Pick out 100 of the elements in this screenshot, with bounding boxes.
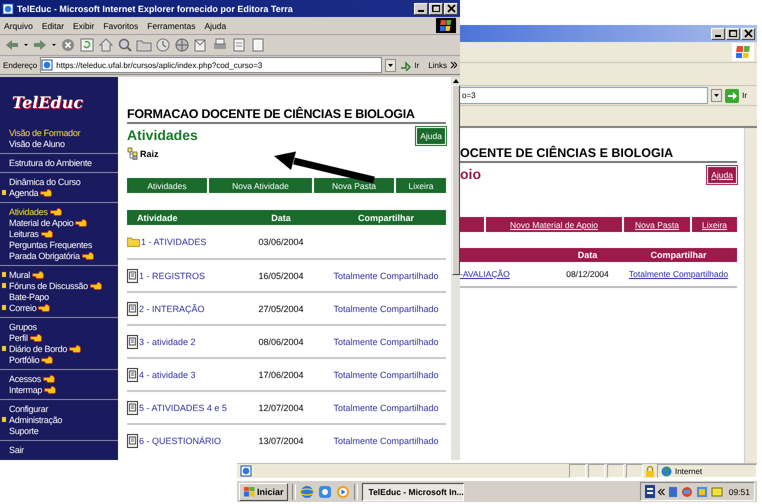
action-button[interactable]: Lixeira [692, 217, 737, 232]
go-label[interactable]: Ir [414, 60, 420, 70]
address-field[interactable]: https://teleduc.ufal.br/cursos/aplic/index.php?cod_curso=3 [40, 57, 382, 73]
links-label[interactable]: Links [428, 60, 447, 70]
status-zone: Internet [675, 466, 702, 476]
minimize-button[interactable] [414, 2, 428, 14]
sidebar-item[interactable]: Suporte [9, 426, 38, 436]
sidebar-item[interactable]: Visão de Aluno [9, 138, 65, 148]
sidebar-item[interactable]: Portfólio [9, 354, 40, 364]
sidebar-item[interactable]: Parada Obrigatória [9, 250, 80, 260]
activity-link[interactable]: 1 - ATIVIDADES [141, 236, 206, 246]
close-button[interactable] [444, 2, 458, 14]
address-field[interactable]: o=3 [460, 87, 708, 104]
tray-app-icon[interactable] [696, 486, 708, 498]
scrollbar[interactable] [451, 77, 460, 460]
activity-link[interactable]: 4 - atividade 3 [139, 370, 196, 380]
action-button[interactable]: Atividades [127, 178, 207, 193]
column-header: Atividade [136, 212, 179, 222]
tray-app-icon[interactable] [680, 486, 693, 498]
help-button[interactable]: Ajuda [707, 166, 737, 184]
media-player-icon[interactable] [336, 484, 350, 498]
refresh-icon[interactable] [79, 37, 95, 53]
column-header: Compartilhar [356, 212, 415, 222]
sidebar-item[interactable]: Grupos [9, 322, 37, 332]
sidebar-item[interactable]: Administração [9, 414, 62, 424]
column-header: Data [576, 250, 598, 260]
go-label[interactable]: Ir [742, 91, 747, 100]
sidebar-item[interactable]: Dinâmica do Curso [9, 176, 80, 186]
menu-item[interactable]: Favoritos [103, 20, 138, 30]
activity-link[interactable]: 6 - QUESTIONÁRIO [139, 436, 222, 446]
menu-item[interactable]: Arquivo [4, 20, 33, 30]
activity-link[interactable]: 3 - atividade 2 [139, 336, 196, 346]
action-button[interactable]: Nova Pasta [624, 217, 690, 232]
sidebar-item[interactable]: Agenda [9, 188, 38, 198]
sidebar-item[interactable]: Perfil [9, 332, 28, 342]
share-link[interactable]: Totalmente Compartilhado [326, 436, 446, 446]
sidebar-item[interactable]: Fóruns de Discussão [9, 280, 88, 290]
scroll-thumb[interactable] [452, 85, 460, 275]
start-button[interactable]: Iniciar [239, 482, 288, 500]
dropdown-icon[interactable] [711, 89, 722, 102]
sidebar-item[interactable]: Correio [9, 302, 36, 312]
document-icon[interactable] [250, 37, 266, 53]
sidebar-item[interactable]: Intermap [9, 384, 42, 394]
sidebar-item[interactable]: Mural [9, 270, 30, 280]
chevron-right-icon[interactable] [450, 61, 457, 69]
scrollbar[interactable] [744, 128, 757, 463]
edit-icon[interactable] [231, 37, 247, 53]
dropdown-icon[interactable] [385, 58, 396, 72]
menu-item[interactable]: Ajuda [204, 20, 226, 30]
taskbar-button[interactable]: TelEduc - Microsoft In... [362, 482, 464, 500]
sidebar-item[interactable]: Diário de Bordo [9, 344, 68, 354]
sidebar-item[interactable]: Perguntas Frequentes [9, 240, 92, 250]
menu-item[interactable]: Exibir [73, 20, 94, 30]
action-button[interactable]: Nova Atividade [209, 178, 312, 193]
sidebar-item[interactable]: Acessos [9, 374, 41, 384]
desktop-icon[interactable] [318, 484, 332, 498]
sidebar-item[interactable]: Atividades [9, 206, 48, 216]
tray-app-icon[interactable] [710, 486, 723, 498]
sidebar-item[interactable]: Configurar [9, 404, 48, 414]
sidebar-item[interactable]: Material de Apoio [9, 218, 74, 228]
share-link[interactable]: Totalmente Compartilhado [326, 402, 446, 412]
home-icon[interactable] [98, 37, 114, 53]
date-cell-text: 27/05/2004 [257, 304, 305, 314]
activity-link[interactable]: 1 - REGISTROS [139, 270, 206, 280]
help-button[interactable]: Ajuda [416, 127, 446, 145]
search-icon[interactable] [117, 37, 133, 53]
share-link[interactable]: Totalmente Compartilhado [326, 270, 446, 280]
minimize-button[interactable] [711, 28, 725, 40]
sidebar-item[interactable]: Leituras [9, 228, 39, 238]
share-link[interactable]: Totalmente Compartilhado [620, 269, 737, 279]
globe-icon[interactable] [174, 37, 190, 53]
sidebar-item[interactable]: Sair [9, 444, 24, 454]
activity-link[interactable]: 2 - INTERAÇÃO [139, 304, 205, 314]
maximize-icon [728, 30, 738, 38]
windows-flag-icon [243, 486, 255, 497]
share-link[interactable]: Totalmente Compartilhado [326, 336, 446, 346]
breadcrumb-link[interactable]: Raiz [140, 148, 159, 158]
share-link[interactable]: Totalmente Compartilhado [326, 370, 446, 380]
menu-item[interactable]: Ferramentas [147, 20, 196, 30]
file-link[interactable]: -AVALIAÇÃO [460, 269, 555, 279]
history-icon[interactable] [155, 37, 171, 53]
activity-link[interactable]: 5 - ATIVIDADES 4 e 5 [139, 402, 227, 412]
action-button[interactable]: Nova Pasta [314, 178, 394, 193]
browser-icon[interactable] [300, 484, 314, 498]
share-link[interactable]: Totalmente Compartilhado [326, 304, 446, 314]
maximize-button[interactable] [726, 28, 740, 40]
chevron-left-icon[interactable] [658, 488, 665, 496]
close-button[interactable] [741, 28, 755, 40]
sidebar-item[interactable]: Bate-Papo [9, 292, 49, 302]
close-icon [744, 29, 752, 38]
sidebar-item[interactable]: Visão de Formador [9, 128, 80, 138]
action-button[interactable]: Lixeira [396, 178, 446, 193]
maximize-button[interactable] [429, 2, 443, 14]
sidebar-item[interactable]: Estrutura do Ambiente [9, 158, 92, 168]
action-button[interactable]: Novo Material de Apoio [486, 217, 622, 232]
browser-icon [2, 2, 14, 14]
status-panel [607, 464, 624, 478]
document-icon [127, 368, 138, 382]
date-cell-text: 17/06/2004 [257, 370, 305, 380]
menu-item[interactable]: Editar [42, 20, 64, 30]
